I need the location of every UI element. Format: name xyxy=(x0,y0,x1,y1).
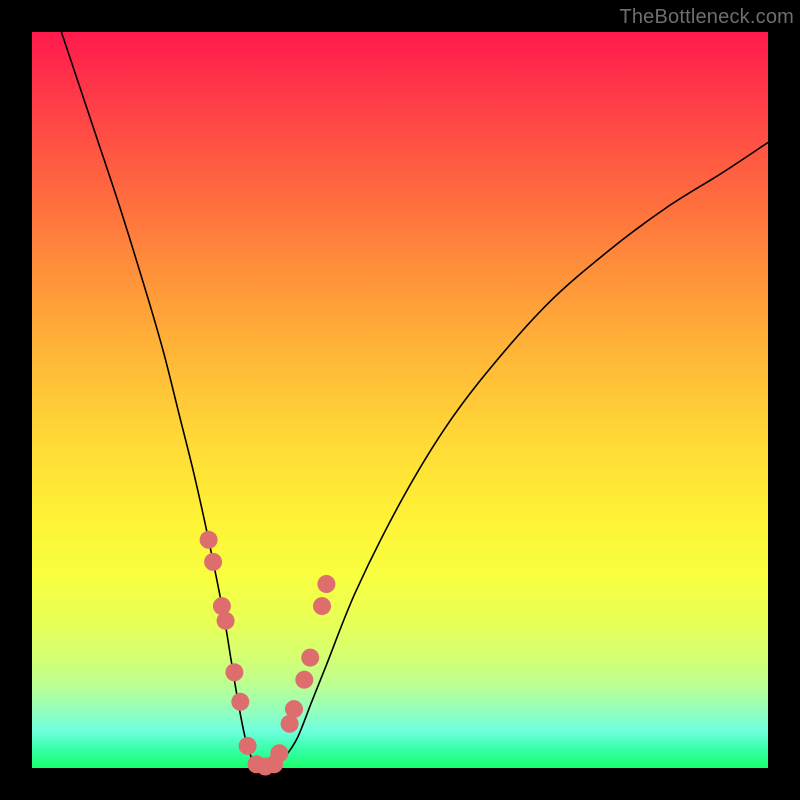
highlight-dots xyxy=(200,531,336,776)
plot-area xyxy=(32,32,768,768)
highlight-dot xyxy=(313,597,331,615)
highlight-dot xyxy=(301,649,319,667)
frame-bottom xyxy=(0,768,800,800)
bottleneck-curve xyxy=(61,32,768,769)
highlight-dot xyxy=(231,693,249,711)
frame-right xyxy=(768,0,800,800)
highlight-dot xyxy=(217,612,235,630)
highlight-dot xyxy=(285,700,303,718)
chart-canvas: TheBottleneck.com xyxy=(0,0,800,800)
watermark-text: TheBottleneck.com xyxy=(619,6,794,29)
highlight-dot xyxy=(204,553,222,571)
frame-left xyxy=(0,0,32,800)
highlight-dot xyxy=(317,575,335,593)
curve-svg xyxy=(32,32,768,768)
highlight-dot xyxy=(270,744,288,762)
highlight-dot xyxy=(239,737,257,755)
highlight-dot xyxy=(225,663,243,681)
highlight-dot xyxy=(200,531,218,549)
highlight-dot xyxy=(295,671,313,689)
